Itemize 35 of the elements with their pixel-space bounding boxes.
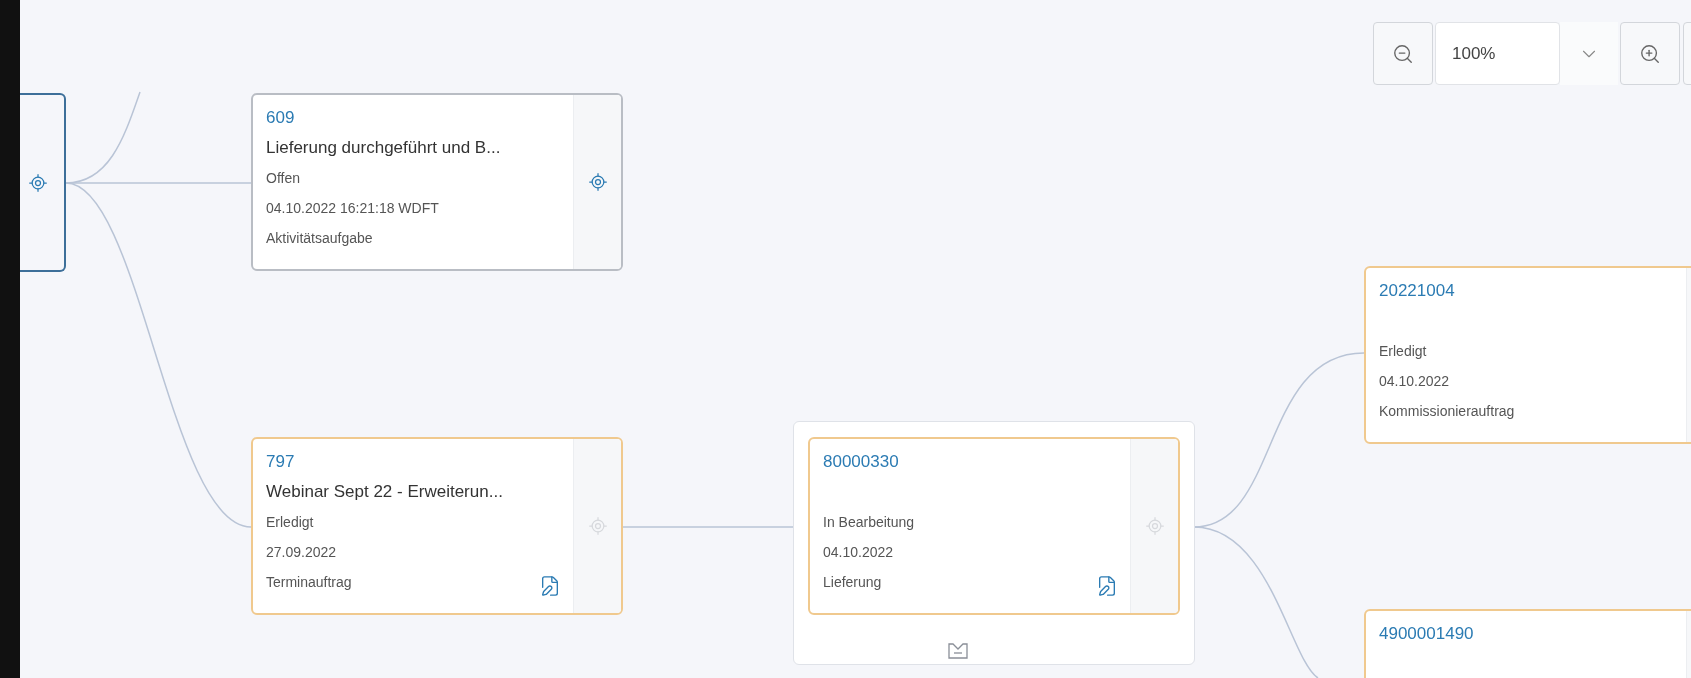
- document-number[interactable]: 20221004: [1379, 276, 1455, 306]
- status-text: In Bearbeitung: [823, 513, 915, 532]
- document-number[interactable]: 797: [266, 447, 295, 477]
- document-number[interactable]: 80000330: [823, 447, 899, 477]
- document-title: Webinar Sept 22 - Erweiterun...: [266, 481, 503, 504]
- document-node[interactable]: 4900001490: [1364, 609, 1691, 678]
- document-type: Lieferung: [823, 573, 882, 592]
- zoom-field[interactable]: 100%: [1435, 22, 1560, 85]
- document-node[interactable]: 797 Webinar Sept 22 - Erweiterun... Erledigt 27.09.2022 Terminauftrag: [251, 437, 623, 615]
- document-node[interactable]: 20221004 Erledigt 04.10.2022 Kommissionierauftrag: [1364, 266, 1691, 444]
- document-node[interactable]: 609 Lieferung durchgeführt und B... Offen 04.10.2022 16:21:18 WDFT Aktivitätsaufgabe: [251, 93, 623, 271]
- status-text: Erledigt: [266, 513, 314, 532]
- document-number[interactable]: 4900001490: [1379, 619, 1474, 649]
- zoom-in-button[interactable]: [1620, 22, 1680, 85]
- date-text: 04.10.2022: [823, 543, 894, 562]
- collapsed-node[interactable]: [20, 93, 66, 272]
- date-text: 04.10.2022 16:21:18 WDFT: [266, 199, 439, 218]
- document-number[interactable]: 609: [266, 103, 295, 133]
- status-text: Offen: [266, 169, 300, 188]
- document-type: Kommissionierauftrag: [1379, 402, 1515, 421]
- date-text: 27.09.2022: [266, 543, 337, 562]
- focus-icon[interactable]: [28, 172, 48, 193]
- zoom-out-button[interactable]: [1373, 22, 1433, 85]
- document-icon[interactable]: [1096, 575, 1118, 597]
- document-type: Aktivitätsaufgabe: [266, 229, 373, 248]
- date-text: 04.10.2022: [1379, 372, 1450, 391]
- zoom-out-icon: [1392, 42, 1414, 65]
- zoom-in-icon: [1639, 42, 1661, 65]
- focus-icon[interactable]: [587, 172, 608, 192]
- document-node[interactable]: 80000330 In Bearbeitung 04.10.2022 Lieferung: [808, 437, 1180, 615]
- document-type: Terminauftrag: [266, 573, 352, 592]
- document-icon[interactable]: [539, 575, 561, 597]
- tray-icon: [947, 640, 969, 660]
- status-text: Erledigt: [1379, 342, 1427, 361]
- document-title: Lieferung durchgeführt und B...: [266, 137, 501, 160]
